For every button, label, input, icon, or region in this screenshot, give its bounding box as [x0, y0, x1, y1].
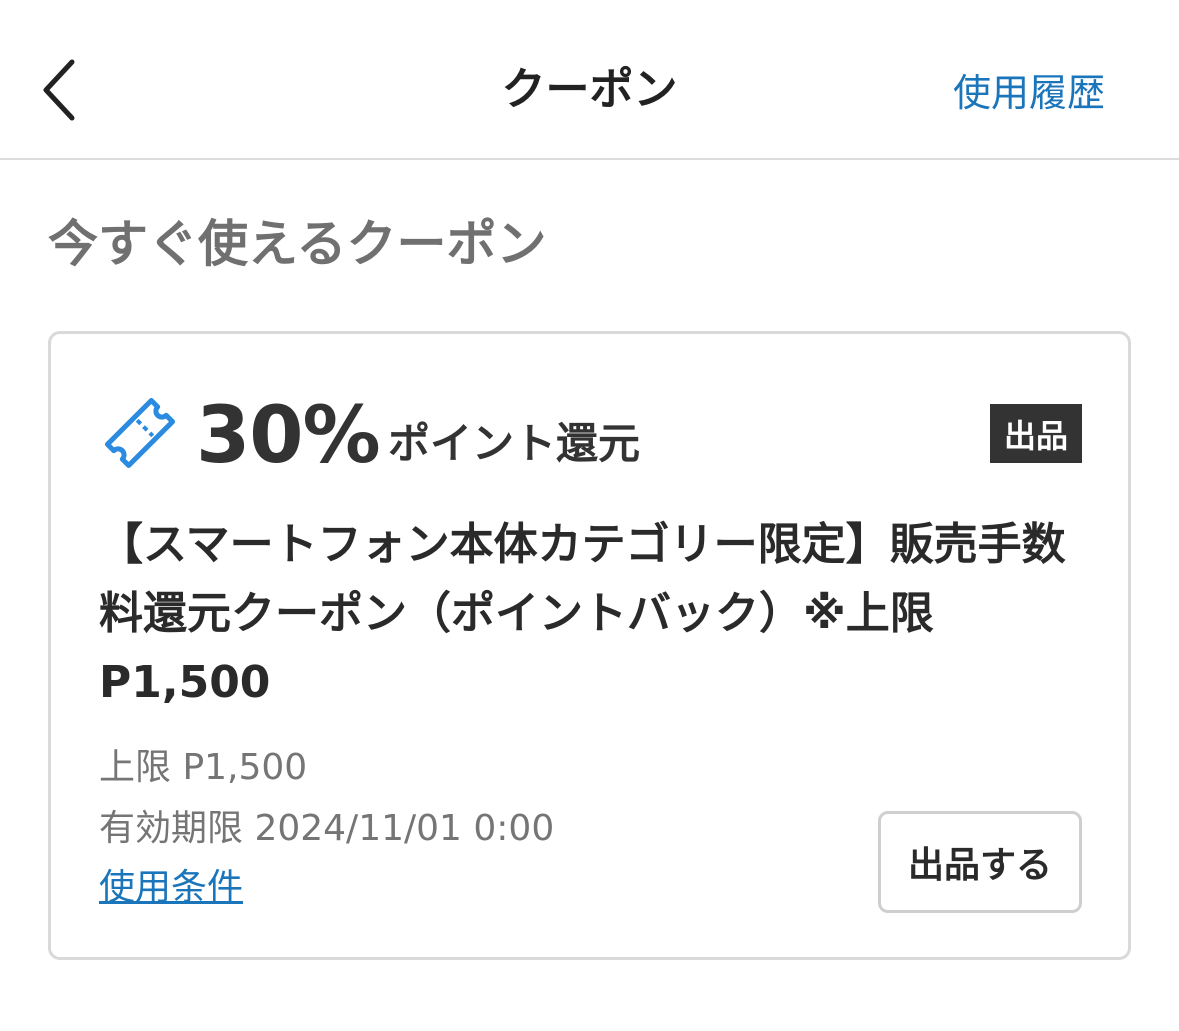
- usage-history-link[interactable]: 使用履歴: [953, 66, 1105, 120]
- section-title-available-coupons: 今すぐ使えるクーポン: [48, 215, 547, 273]
- list-item-button[interactable]: 出品する: [878, 811, 1082, 913]
- terms-of-use-link[interactable]: 使用条件: [99, 864, 243, 912]
- coupon-name: 【スマートフォン本体カテゴリー限定】販売手数料還元クーポン（ポイントバック）※上…: [99, 519, 1066, 708]
- discount-rate: 30%: [196, 391, 381, 481]
- coupon-card: 30% ポイント還元 出品 【スマートフォン本体カテゴリー限定】販売手数料還元ク…: [48, 331, 1131, 960]
- top-nav-bar: クーポン 使用履歴: [0, 0, 1179, 160]
- coupon-expiry: 有効期限 2024/11/01 0:00: [99, 808, 555, 849]
- coupon-limit: 上限 P1,500: [99, 747, 308, 788]
- listing-badge: 出品: [990, 404, 1082, 463]
- discount-rate-suffix: ポイント還元: [388, 419, 641, 468]
- ticket-icon: [104, 397, 176, 469]
